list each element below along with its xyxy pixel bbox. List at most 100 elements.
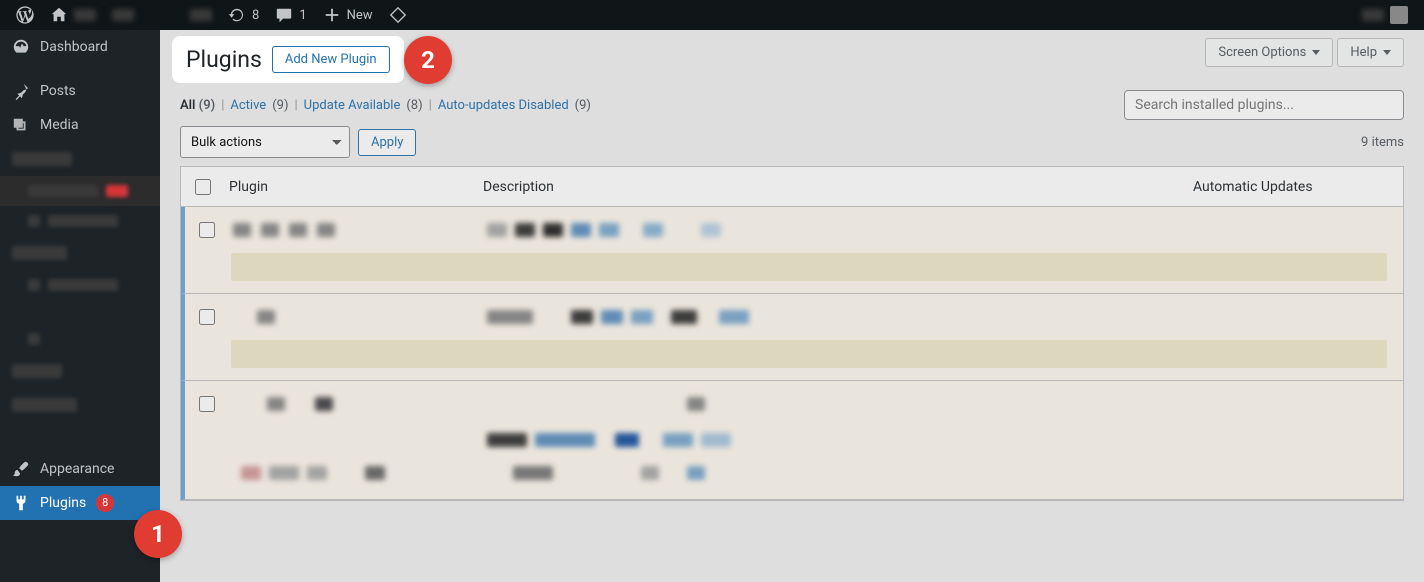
- sidebar-subitem-blurred[interactable]: [0, 206, 160, 236]
- blurred-text: [513, 466, 553, 480]
- site-name-link[interactable]: [104, 0, 142, 30]
- blurred-text: [671, 310, 697, 324]
- table-header: Plugin Description Automatic Updates: [181, 167, 1403, 207]
- blurred-text: [631, 310, 653, 324]
- row-checkbox[interactable]: [199, 222, 215, 238]
- dashboard-icon: [12, 38, 30, 56]
- updates-count: 8: [252, 8, 259, 23]
- wordpress-icon: [16, 6, 34, 24]
- filter-update-available[interactable]: Update Available: [304, 98, 401, 113]
- sidebar-item-appearance[interactable]: Appearance: [0, 452, 160, 486]
- filter-count: (9): [575, 98, 591, 113]
- add-new-plugin-button[interactable]: Add New Plugin: [272, 46, 390, 73]
- comments-count: 1: [299, 8, 306, 23]
- blurred-text: [307, 466, 327, 480]
- row-checkbox[interactable]: [199, 309, 215, 325]
- blurred-text: [74, 9, 96, 21]
- col-header-description: Description: [483, 179, 1193, 195]
- blurred-text: [267, 397, 285, 411]
- blurred-text: [687, 466, 705, 480]
- update-notice-bar: [231, 340, 1387, 368]
- filter-label: Active: [230, 98, 266, 113]
- sidebar-subitem-blurred[interactable]: [0, 324, 160, 354]
- search-wrapper: [1124, 90, 1404, 120]
- filter-active[interactable]: Active: [230, 98, 266, 113]
- blurred-text: [241, 466, 261, 480]
- sidebar-item-blurred[interactable]: [0, 388, 160, 422]
- sidebar-item-label: Appearance: [40, 461, 114, 477]
- blurred-text: [543, 223, 563, 237]
- page-title: Plugins: [186, 46, 262, 73]
- screen-options-toggle[interactable]: Screen Options: [1205, 38, 1333, 67]
- col-header-plugin[interactable]: Plugin: [223, 179, 483, 195]
- media-icon: [12, 116, 30, 134]
- plugins-table: Plugin Description Automatic Updates: [180, 166, 1404, 501]
- sidebar-item-media[interactable]: Media: [0, 108, 160, 142]
- filter-count: (8): [406, 98, 422, 113]
- sidebar-item-plugins[interactable]: Plugins 8: [0, 486, 160, 520]
- blurred-text: [261, 223, 279, 237]
- filter-count: (9): [199, 98, 216, 113]
- updates-link[interactable]: 8: [220, 0, 267, 30]
- wp-logo-menu[interactable]: [8, 0, 42, 30]
- screen-meta-tabs: Screen Options Help: [1205, 38, 1404, 67]
- blurred-text: [487, 310, 533, 324]
- update-badge: 8: [96, 494, 114, 512]
- table-row: [181, 207, 1403, 294]
- col-header-autoupdates[interactable]: Automatic Updates: [1193, 179, 1403, 195]
- user-menu[interactable]: [1354, 0, 1416, 30]
- brush-icon: [12, 460, 30, 478]
- bulk-action-select[interactable]: Bulk actions: [180, 126, 350, 158]
- update-notice-bar: [231, 253, 1387, 281]
- items-count: 9 items: [1361, 135, 1404, 150]
- sidebar-item-label: Dashboard: [40, 39, 108, 55]
- caret-down-icon: [1312, 50, 1320, 55]
- tablenav-top: Bulk actions Apply 9 items: [180, 126, 1404, 158]
- sidebar-item-blurred[interactable]: [0, 142, 160, 176]
- filter-count: (9): [272, 98, 288, 113]
- sidebar-subitem-blurred[interactable]: [0, 270, 160, 300]
- sidebar-subitem-blurred[interactable]: [0, 176, 160, 206]
- sidebar-item-label: Plugins: [40, 495, 86, 511]
- help-label: Help: [1350, 45, 1377, 60]
- search-input[interactable]: [1124, 90, 1404, 120]
- sidebar-item-label: Media: [40, 117, 79, 133]
- blurred-text: [643, 223, 663, 237]
- filter-autoupdate-disabled[interactable]: Auto-updates Disabled: [438, 98, 569, 113]
- new-content-link[interactable]: New: [315, 0, 381, 30]
- extra-menu[interactable]: [381, 0, 415, 30]
- blurred-text: [601, 310, 623, 324]
- site-home-link[interactable]: [42, 0, 104, 30]
- blurred-text: [257, 310, 275, 324]
- blurred-text: [571, 223, 591, 237]
- blurred-text: [487, 223, 507, 237]
- select-all-checkbox[interactable]: [195, 179, 211, 195]
- apply-button[interactable]: Apply: [358, 129, 416, 156]
- blurred-text: [317, 223, 335, 237]
- row-actions: [231, 459, 1387, 487]
- comment-icon: [275, 6, 293, 24]
- sidebar-item-blurred[interactable]: [0, 354, 160, 388]
- sidebar-item-posts[interactable]: Posts: [0, 74, 160, 108]
- blurred-text: [1362, 9, 1384, 21]
- blurred-text: [641, 466, 659, 480]
- sidebar-item-dashboard[interactable]: Dashboard: [0, 30, 160, 64]
- comments-link[interactable]: 1: [267, 0, 314, 30]
- blurred-text: [365, 466, 385, 480]
- blurred-text: [315, 397, 333, 411]
- blurred-item[interactable]: [182, 0, 220, 30]
- blurred-text: [289, 223, 307, 237]
- blurred-text: [701, 433, 731, 447]
- sidebar-item-blurred[interactable]: [0, 236, 160, 270]
- filter-all[interactable]: All (9): [180, 98, 215, 113]
- filter-label: Auto-updates Disabled: [438, 98, 569, 113]
- row-checkbox[interactable]: [199, 396, 215, 412]
- table-row: [181, 381, 1403, 500]
- filter-label: Update Available: [304, 98, 401, 113]
- help-toggle[interactable]: Help: [1337, 38, 1404, 67]
- home-icon: [50, 6, 68, 24]
- diamond-icon: [389, 6, 407, 24]
- blurred-text: [190, 9, 212, 21]
- title-panel: Plugins Add New Plugin: [174, 38, 402, 81]
- blurred-text: [663, 433, 693, 447]
